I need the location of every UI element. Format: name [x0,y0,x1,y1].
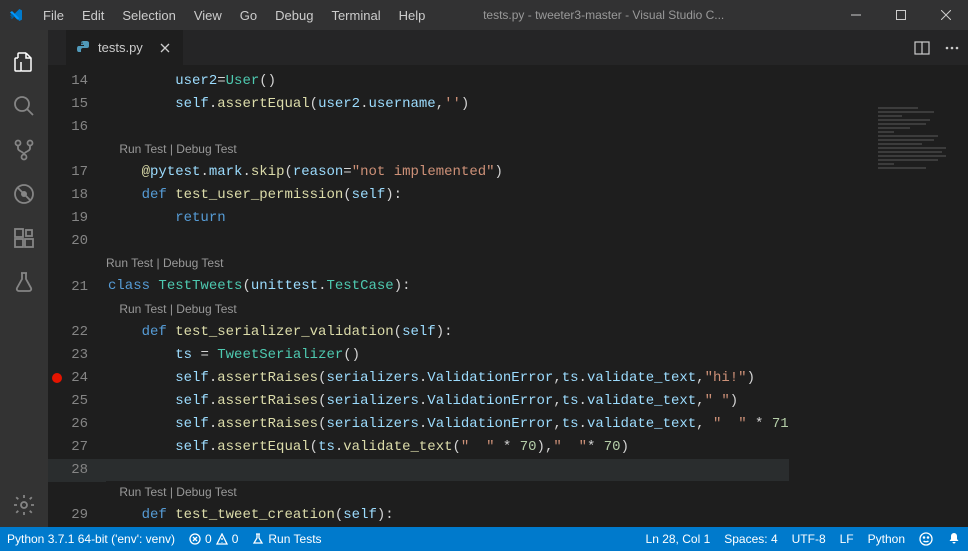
tab-filename: tests.py [98,40,143,55]
editor-actions [906,30,968,65]
codelens[interactable]: Run Test | Debug Test [106,252,789,275]
search-icon[interactable] [0,84,48,128]
menu-selection[interactable]: Selection [113,4,184,27]
source-control-icon[interactable] [0,128,48,172]
status-cursor-position[interactable]: Ln 28, Col 1 [639,527,718,551]
explorer-icon[interactable] [0,40,48,84]
status-feedback-icon[interactable] [912,527,940,551]
status-problems[interactable]: 0 0 [182,527,245,551]
menu-file[interactable]: File [34,4,73,27]
menu-edit[interactable]: Edit [73,4,113,27]
code-content[interactable]: user2=User() self.assertEqual(user2.user… [106,65,789,527]
window-title: tests.py - tweeter3-master - Visual Stud… [434,8,833,22]
status-run-tests[interactable]: Run Tests [245,527,328,551]
status-bar: Python 3.7.1 64-bit ('env': venv) 0 0 Ru… [0,527,968,551]
code-editor[interactable]: 14 15 16 17 18 19 20 21 22 23 24 25 26 2… [48,65,968,527]
window-controls [833,0,968,30]
settings-gear-icon[interactable] [0,483,48,527]
status-language[interactable]: Python [861,527,912,551]
bell-icon [947,532,961,546]
vscode-logo-icon [8,7,24,23]
close-button[interactable] [923,0,968,30]
menu-go[interactable]: Go [231,4,266,27]
status-python-version[interactable]: Python 3.7.1 64-bit ('env': venv) [0,527,182,551]
error-icon [189,533,201,545]
menu-debug[interactable]: Debug [266,4,322,27]
minimize-button[interactable] [833,0,878,30]
menu-help[interactable]: Help [390,4,435,27]
warning-icon [216,533,228,545]
beaker-icon [252,533,264,545]
codelens[interactable]: Run Test | Debug Test [106,481,789,504]
smiley-icon [919,532,933,546]
maximize-button[interactable] [878,0,923,30]
status-encoding[interactable]: UTF-8 [785,527,833,551]
status-notification-icon[interactable] [940,527,968,551]
minimap[interactable] [874,105,954,225]
activity-bar [0,30,48,527]
python-file-icon [76,40,92,56]
codelens[interactable]: Run Test | Debug Test [106,298,789,321]
gutter: 14 15 16 17 18 19 20 21 22 23 24 25 26 2… [48,65,106,527]
split-editor-icon[interactable] [914,40,930,56]
editor-region: tests.py 14 15 16 17 18 19 20 [48,30,968,527]
extensions-icon[interactable] [0,216,48,260]
menu-bar: File Edit Selection View Go Debug Termin… [34,4,434,27]
status-eol[interactable]: LF [833,527,861,551]
tab-bar: tests.py [48,30,968,65]
debug-icon[interactable] [0,172,48,216]
tab-close-icon[interactable] [157,40,173,56]
titlebar: File Edit Selection View Go Debug Termin… [0,0,968,30]
menu-terminal[interactable]: Terminal [322,4,389,27]
more-actions-icon[interactable] [944,40,960,56]
status-indentation[interactable]: Spaces: 4 [717,527,784,551]
tab-tests-py[interactable]: tests.py [66,30,184,65]
codelens[interactable]: Run Test | Debug Test [106,138,789,161]
breakpoint-icon[interactable] [52,373,62,383]
test-icon[interactable] [0,260,48,304]
menu-view[interactable]: View [185,4,231,27]
